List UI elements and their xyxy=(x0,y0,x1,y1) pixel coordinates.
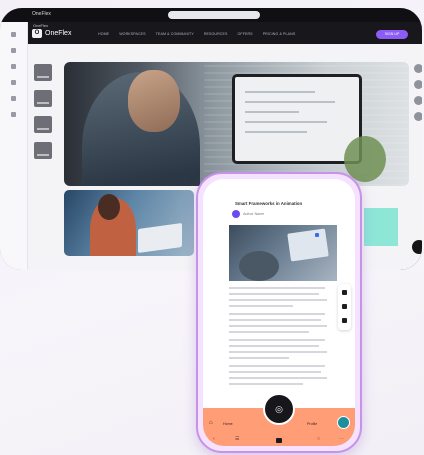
site-navbar: OneFlex O OneFlex HOME WORKSPACES TEAM &… xyxy=(28,22,422,44)
center-action-button[interactable]: ◎ xyxy=(263,393,295,425)
teal-accent-block xyxy=(364,208,398,246)
nav-menu: HOME WORKSPACES TEAM & COMMUNITY RESOURC… xyxy=(98,32,295,36)
bookmark-icon[interactable] xyxy=(342,304,347,309)
text-line xyxy=(229,325,327,327)
text-line xyxy=(229,319,321,321)
share-icon[interactable] xyxy=(342,290,347,295)
text-line xyxy=(229,293,319,295)
search-bar[interactable] xyxy=(168,11,260,19)
text-line xyxy=(229,287,325,289)
secondary-card-image[interactable] xyxy=(64,190,194,256)
ellipsis-icon[interactable]: ○ xyxy=(317,436,320,442)
rail-home-icon[interactable] xyxy=(11,48,16,53)
nav-item-team-community[interactable]: TEAM & COMMUNITY xyxy=(156,32,194,36)
author-avatar[interactable] xyxy=(232,210,240,218)
thumbnail[interactable] xyxy=(34,64,52,81)
nav-item-home[interactable]: HOME xyxy=(98,32,109,36)
rail-folder-icon[interactable] xyxy=(11,64,16,69)
text-line xyxy=(229,357,289,359)
top-bar: OneFlex xyxy=(0,8,422,22)
mobile-mockup: Smart Frameworks in Animation Author Nam… xyxy=(196,172,362,453)
thumbnail[interactable] xyxy=(34,142,52,159)
dot-icon[interactable] xyxy=(414,112,422,121)
laptop-illustration xyxy=(138,222,182,254)
brand-name: OneFlex xyxy=(45,30,72,37)
nav-profile-label[interactable]: Profile xyxy=(307,422,317,426)
comment-icon[interactable] xyxy=(342,318,347,323)
back-icon[interactable]: ‹ xyxy=(213,436,215,442)
dot-icon[interactable] xyxy=(414,64,422,73)
article-title: Smart Frameworks in Animation xyxy=(235,201,303,206)
text-line xyxy=(229,371,321,373)
chat-bubble-icon[interactable] xyxy=(412,240,422,254)
rail-settings-icon[interactable] xyxy=(11,112,16,117)
hand-shape xyxy=(239,251,279,281)
text-line xyxy=(229,377,327,379)
card-head-shape xyxy=(98,194,120,220)
text-line xyxy=(229,345,319,347)
mobile-screen: Smart Frameworks in Animation Author Nam… xyxy=(203,179,355,446)
nav-item-resources[interactable]: RESOURCES xyxy=(204,32,228,36)
user-avatar-icon[interactable] xyxy=(337,416,350,429)
nav-item-pricing[interactable]: PRICING & PLANS xyxy=(263,32,296,36)
more-icon[interactable]: ⋯ xyxy=(339,436,344,442)
text-line xyxy=(229,331,309,333)
brand-logo-icon: O xyxy=(32,29,42,38)
text-line xyxy=(229,383,303,385)
home-icon[interactable]: ⌂ xyxy=(209,420,213,426)
nav-item-workspaces[interactable]: WORKSPACES xyxy=(119,32,146,36)
thumbnail[interactable] xyxy=(34,90,52,107)
monitor-illustration xyxy=(232,74,362,164)
rail-bookmark-icon[interactable] xyxy=(11,80,16,85)
hero-image[interactable] xyxy=(64,62,409,186)
plant-illustration xyxy=(344,136,386,182)
floating-tool-panel xyxy=(338,284,351,330)
rail-user-icon[interactable] xyxy=(11,96,16,101)
window-title: OneFlex xyxy=(32,11,51,17)
text-line xyxy=(229,299,327,301)
rail-grid-icon[interactable] xyxy=(11,32,16,37)
menu-icon[interactable]: ☰ xyxy=(235,436,239,442)
device-accent xyxy=(315,233,319,237)
thumbnail[interactable] xyxy=(34,116,52,133)
device-screen-shape xyxy=(287,228,329,262)
dot-icon[interactable] xyxy=(414,80,422,89)
text-line xyxy=(229,305,293,307)
text-line xyxy=(229,365,325,367)
signup-button[interactable]: SIGN UP xyxy=(376,30,408,39)
hero-head-shape xyxy=(128,70,180,132)
nav-home-label[interactable]: Home xyxy=(223,422,233,426)
stop-icon[interactable] xyxy=(276,438,282,443)
text-line xyxy=(229,351,327,353)
nav-item-offers[interactable]: OFFERS xyxy=(238,32,253,36)
article-image[interactable] xyxy=(229,225,337,281)
target-icon: ◎ xyxy=(275,404,283,414)
left-rail xyxy=(0,22,28,270)
brand-caption: OneFlex xyxy=(33,23,49,28)
text-line xyxy=(229,313,325,315)
author-name[interactable]: Author Name xyxy=(243,212,264,216)
text-line xyxy=(229,339,325,341)
brand[interactable]: O OneFlex xyxy=(32,29,71,38)
dot-icon[interactable] xyxy=(414,96,422,105)
